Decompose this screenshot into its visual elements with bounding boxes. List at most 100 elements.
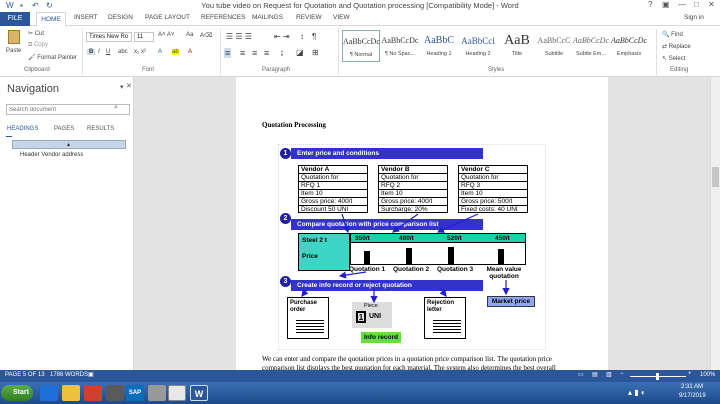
nav-heading-item[interactable]: Header Vendor address xyxy=(20,152,83,158)
italic-button[interactable]: I xyxy=(98,49,100,55)
style-name: Emphasis xyxy=(616,51,642,57)
style-heading-2[interactable]: AaBbCcl Heading 2 xyxy=(459,30,497,62)
tab-design[interactable]: DESIGN xyxy=(108,14,133,21)
maximize-button[interactable]: □ xyxy=(694,0,699,9)
underline-button[interactable]: U xyxy=(106,49,110,55)
line-spacing-icon[interactable]: ↨ xyxy=(280,48,284,57)
divider xyxy=(220,29,221,75)
align-center-icon[interactable]: ≡ xyxy=(240,48,245,58)
style-name: Title xyxy=(511,51,523,57)
style-name: ¶ Normal xyxy=(349,52,373,58)
word-count[interactable]: 1786 WORDS xyxy=(50,372,88,378)
clock-date[interactable]: 9/17/2019 xyxy=(679,393,706,399)
minimize-button[interactable]: — xyxy=(678,0,686,9)
format-painter-label: Format Painter xyxy=(37,55,77,61)
font-color-icon[interactable]: A xyxy=(188,49,192,55)
search-document-input[interactable] xyxy=(6,104,130,115)
print-layout-icon[interactable]: ▤ xyxy=(592,371,598,378)
window-title: You tube video on Request for Quotation … xyxy=(201,1,519,10)
word-taskbar-icon[interactable]: W xyxy=(190,385,208,401)
tab-page-layout[interactable]: PAGE LAYOUT xyxy=(145,14,190,21)
help-icon[interactable]: ? xyxy=(648,0,652,9)
vertical-scrollbar[interactable] xyxy=(710,77,720,370)
change-case-icon[interactable]: Aa xyxy=(186,32,193,38)
shading-icon[interactable]: ◪ xyxy=(296,48,304,57)
web-layout-icon[interactable]: ▥ xyxy=(606,371,612,378)
align-left-icon[interactable]: ≡ xyxy=(224,48,232,58)
read-mode-icon[interactable]: ▭ xyxy=(578,371,584,378)
tab-insert[interactable]: INSERT xyxy=(74,14,98,21)
scrollbar-thumb[interactable] xyxy=(712,167,719,187)
app-icon[interactable] xyxy=(106,385,124,401)
tab-references[interactable]: REFERENCES xyxy=(201,14,245,21)
strikethrough-button[interactable]: abc xyxy=(118,49,128,55)
sap-icon[interactable]: SAP xyxy=(126,385,144,401)
font-size-box[interactable]: 11 xyxy=(134,32,154,42)
tab-home[interactable]: HOME xyxy=(36,12,66,27)
style-subtle-emphasis[interactable]: AaBbCcDc Subtle Em... xyxy=(572,30,610,62)
nav-options-icon[interactable]: ▾ xyxy=(120,83,124,91)
bold-button[interactable]: B xyxy=(87,49,96,55)
page-count[interactable]: PAGE 5 OF 13 xyxy=(5,372,45,378)
app-icon[interactable] xyxy=(148,385,166,401)
tab-file[interactable]: FILE xyxy=(0,12,30,26)
start-button[interactable]: Start xyxy=(1,385,33,401)
sign-in-link[interactable]: Sign in xyxy=(684,14,704,21)
zoom-level[interactable]: 100% xyxy=(700,372,715,378)
tab-mailings[interactable]: MAILINGS xyxy=(252,14,283,21)
explorer-icon[interactable] xyxy=(62,385,80,401)
select-button[interactable]: ↖ Select xyxy=(662,55,685,62)
zoom-out-button[interactable]: − xyxy=(620,371,624,377)
divider xyxy=(656,29,657,75)
divider xyxy=(338,29,339,75)
ribbon-options-icon[interactable]: ▣ xyxy=(662,0,670,9)
highlight-icon[interactable]: ab xyxy=(172,49,179,55)
search-icon[interactable]: ⌕ xyxy=(114,104,118,112)
justify-icon[interactable]: ≡ xyxy=(264,48,269,58)
style-subtitle[interactable]: AaBbCcC Subtitle xyxy=(535,30,573,62)
zoom-slider-thumb[interactable] xyxy=(656,373,659,380)
proofing-icon[interactable]: ▣ xyxy=(88,371,94,378)
tray-icons[interactable]: ▴ ▮ ◐ xyxy=(628,388,646,397)
tab-review[interactable]: REVIEW xyxy=(296,14,322,21)
text-effects-icon[interactable]: A xyxy=(158,49,162,55)
sort-icon[interactable]: ↕ xyxy=(300,32,304,41)
tab-view[interactable]: VIEW xyxy=(333,14,350,21)
app-icon[interactable] xyxy=(168,385,186,401)
bullets-icon[interactable]: ☰ ☰ ☰ xyxy=(226,32,252,41)
clear-formatting-icon[interactable]: A⌫ xyxy=(200,32,213,39)
copy-button[interactable]: ⧉ Copy xyxy=(28,42,48,49)
replace-button[interactable]: ⇄ Replace xyxy=(662,43,691,50)
align-right-icon[interactable]: ≡ xyxy=(252,48,257,58)
paste-button[interactable]: Paste xyxy=(6,48,21,54)
subscript-button[interactable]: x₂ x² xyxy=(134,49,146,55)
style-normal[interactable]: AaBbCcDc ¶ Normal xyxy=(342,30,380,62)
style-no-spacing[interactable]: AaBbCcDc ¶ No Spac... xyxy=(381,30,419,62)
close-button[interactable]: ✕ xyxy=(708,0,715,9)
find-button[interactable]: 🔍 Find xyxy=(662,31,683,38)
ie-icon[interactable] xyxy=(40,385,58,401)
nav-close-icon[interactable]: ✕ xyxy=(126,82,132,90)
style-emphasis[interactable]: AaBbCcDc Emphasis xyxy=(610,30,648,62)
style-title[interactable]: AaB Title xyxy=(498,30,536,62)
style-heading-1[interactable]: AaBbC Heading 1 xyxy=(420,30,458,62)
replace-label: Replace xyxy=(668,44,691,50)
heading-nav-bar[interactable]: ▴ xyxy=(12,140,126,149)
format-painter-button[interactable]: 🖌 Format Painter xyxy=(28,54,77,61)
cut-button[interactable]: ✂ Cut xyxy=(28,30,44,37)
style-sample: AaBbCcDc xyxy=(343,37,380,46)
tab-headings[interactable]: HEADINGS xyxy=(7,126,38,132)
font-name-box[interactable]: Times New Ro xyxy=(86,32,132,42)
style-sample: AaBbCcDc xyxy=(381,36,419,45)
show-marks-icon[interactable]: ¶ xyxy=(312,32,316,41)
media-icon[interactable] xyxy=(84,385,102,401)
paste-icon[interactable] xyxy=(8,30,20,44)
status-bar: PAGE 5 OF 13 1786 WORDS ▣ ▭ ▤ ▥ − + 100% xyxy=(0,370,720,382)
borders-icon[interactable]: ⊞ xyxy=(312,48,319,57)
clock-time[interactable]: 2:31 AM xyxy=(681,384,703,390)
indent-icon[interactable]: ⇤ ⇥ xyxy=(274,32,290,41)
tab-pages[interactable]: PAGES xyxy=(54,126,74,132)
grow-font-icon[interactable]: A˄ A˅ xyxy=(158,32,174,38)
tab-results[interactable]: RESULTS xyxy=(87,126,114,132)
zoom-in-button[interactable]: + xyxy=(688,371,692,377)
